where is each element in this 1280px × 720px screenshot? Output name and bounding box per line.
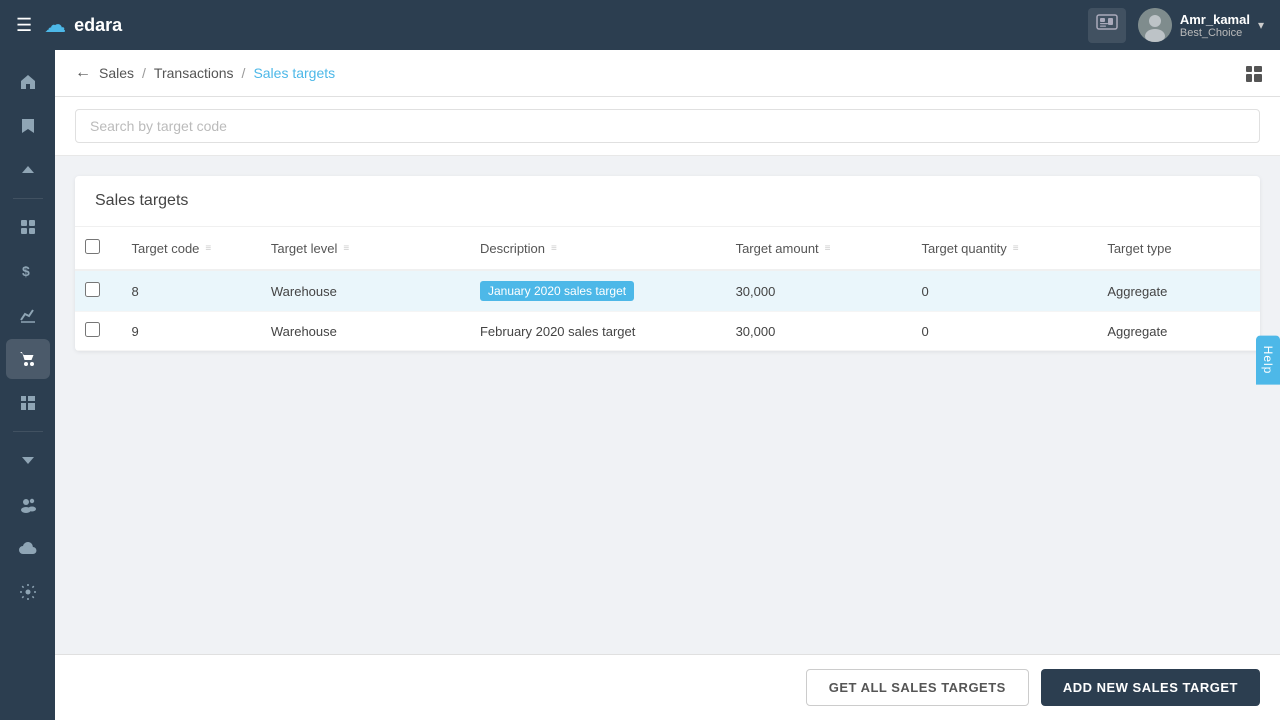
navbar-left: ☰ ☁ edara [16,12,122,38]
select-all-checkbox[interactable] [85,239,100,254]
table-row[interactable]: 9 Warehouse February 2020 sales target 3… [75,312,1260,351]
col-target-qty-header: Target quantity ≡ [911,227,1097,270]
search-bar-container [55,97,1280,156]
table-header: Target code ≡ Target level ≡ [75,227,1260,270]
sort-level-icon[interactable]: ≡ [343,243,349,254]
navbar-right: Amr_kamal Best_Choice ▾ [1088,8,1264,43]
svg-text:$: $ [22,263,30,279]
col-target-code-header: Target code ≡ [121,227,260,270]
user-info: Amr_kamal Best_Choice [1180,12,1250,39]
main-panel: Sales targets Target code ≡ [55,156,1280,654]
target-type-cell: Aggregate [1097,270,1260,312]
sidebar-item-expand-down[interactable] [6,440,50,480]
target-level-cell: Warehouse [261,270,470,312]
description-cell: February 2020 sales target [470,312,726,351]
target-type-cell: Aggregate [1097,312,1260,351]
sidebar-item-expand-up[interactable] [6,150,50,190]
sidebar-item-grid[interactable] [6,383,50,423]
row-checkbox-1[interactable] [85,322,100,337]
get-all-sales-targets-button[interactable]: GET ALL SALES TARGETS [806,669,1029,706]
logo-text: edara [74,15,122,36]
breadcrumb-sales-targets: Sales targets [253,65,335,81]
description-highlight: January 2020 sales target [480,281,634,301]
breadcrumb-sep-2: / [242,65,246,81]
description-text: February 2020 sales target [480,324,635,339]
notification-icon[interactable] [1088,8,1126,43]
target-code-cell: 8 [121,270,260,312]
sidebar-item-finance[interactable]: $ [6,251,50,291]
sort-code-icon[interactable]: ≡ [205,243,211,254]
help-tab[interactable]: Help [1256,336,1280,385]
sidebar: $ [0,50,55,720]
sidebar-divider-2 [13,431,43,432]
target-qty-cell: 0 [911,270,1097,312]
breadcrumb-transactions[interactable]: Transactions [154,65,234,81]
add-new-sales-target-button[interactable]: ADD NEW SALES TARGET [1041,669,1260,706]
sidebar-item-cloud[interactable] [6,528,50,568]
sidebar-item-sales[interactable] [6,339,50,379]
target-amount-cell: 30,000 [726,312,912,351]
table-body: 8 Warehouse January 2020 sales target 30… [75,270,1260,351]
logo-cloud-icon: ☁ [44,12,66,38]
target-code-cell: 9 [121,312,260,351]
table-row[interactable]: 8 Warehouse January 2020 sales target 30… [75,270,1260,312]
col-description-header: Description ≡ [470,227,726,270]
logo-area[interactable]: ☁ edara [44,12,122,38]
sort-qty-icon[interactable]: ≡ [1013,243,1019,254]
search-input[interactable] [75,109,1260,143]
row-checkbox-cell [75,270,121,312]
breadcrumb-sep-1: / [142,65,146,81]
sidebar-item-reports[interactable] [6,295,50,335]
data-table: Target code ≡ Target level ≡ [75,227,1260,351]
target-amount-cell: 30,000 [726,270,912,312]
col-target-level-header: Target level ≡ [261,227,470,270]
chevron-down-icon: ▾ [1258,18,1264,32]
back-icon[interactable]: ← [75,64,91,82]
content-area: ← Sales / Transactions / Sales targets S… [55,50,1280,720]
hamburger-icon[interactable]: ☰ [16,15,32,36]
user-area[interactable]: Amr_kamal Best_Choice ▾ [1138,8,1264,42]
sidebar-item-inventory[interactable] [6,207,50,247]
avatar [1138,8,1172,42]
main-layout: $ [0,50,1280,720]
row-checkbox-0[interactable] [85,282,100,297]
sort-desc-icon[interactable]: ≡ [551,243,557,254]
sidebar-item-home[interactable] [6,62,50,102]
footer: GET ALL SALES TARGETS ADD NEW SALES TARG… [55,654,1280,720]
user-org: Best_Choice [1180,27,1250,39]
col-target-type-header: Target type [1097,227,1260,270]
col-checkbox-header [75,227,121,270]
target-qty-cell: 0 [911,312,1097,351]
breadcrumb: ← Sales / Transactions / Sales targets [55,50,1280,97]
sidebar-divider-1 [13,198,43,199]
table-title: Sales targets [75,176,1260,227]
navbar: ☰ ☁ edara [0,0,1280,50]
row-checkbox-cell [75,312,121,351]
sidebar-item-settings[interactable] [6,572,50,612]
table-card: Sales targets Target code ≡ [75,176,1260,351]
target-level-cell: Warehouse [261,312,470,351]
sidebar-item-users[interactable] [6,484,50,524]
sort-amount-icon[interactable]: ≡ [825,243,831,254]
description-cell: January 2020 sales target [470,270,726,312]
user-name: Amr_kamal [1180,12,1250,27]
breadcrumb-sales[interactable]: Sales [99,65,134,81]
col-target-amount-header: Target amount ≡ [726,227,912,270]
grid-view-toggle[interactable] [1244,64,1264,89]
sidebar-item-bookmark[interactable] [6,106,50,146]
